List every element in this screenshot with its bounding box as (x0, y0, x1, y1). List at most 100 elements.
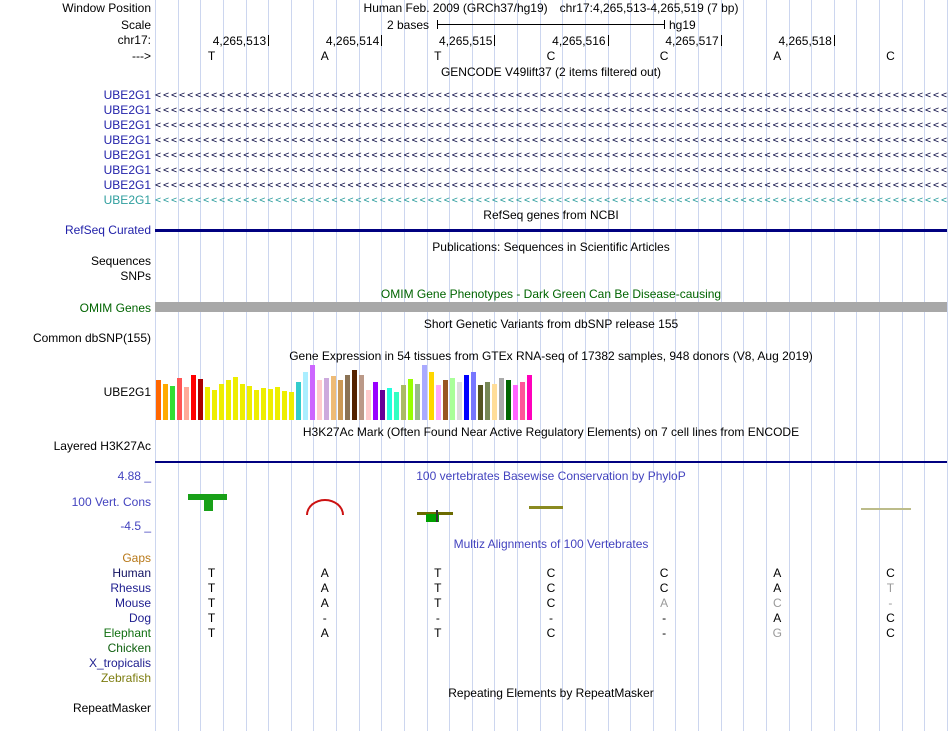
refseq-curated-track[interactable]: RefSeq Curated (0, 223, 950, 239)
species-label[interactable]: Zebrafish (0, 671, 156, 686)
dbsnp-label[interactable]: Common dbSNP(155) (0, 331, 156, 346)
coordinate-ruler[interactable]: 4,265,513 4,265,514 4,265,515 4,265,516 4,26… (155, 33, 947, 49)
gtex-tissue-bar[interactable] (527, 375, 532, 420)
gtex-tissue-bar[interactable] (345, 375, 350, 420)
gtex-tissue-bar[interactable] (282, 391, 287, 420)
gtex-bar-chart[interactable] (155, 363, 947, 421)
transcript-label[interactable]: UBE2G1 (0, 118, 156, 133)
alignment-row-elephant[interactable]: Elephant T A T C - G C (0, 626, 950, 641)
alignment-row-human[interactable]: Human T A T C C A C (0, 566, 950, 581)
gtex-tissue-bar[interactable] (415, 384, 420, 420)
species-label[interactable]: Chicken (0, 641, 156, 656)
species-label[interactable]: Rhesus (0, 581, 156, 596)
alignment-row-dog[interactable]: Dog T - - - - A C (0, 611, 950, 626)
gtex-tissue-bar[interactable] (317, 380, 322, 420)
gtex-tissue-bar[interactable] (191, 375, 196, 420)
gtex-tissue-bar[interactable] (177, 378, 182, 420)
gtex-tissue-bar[interactable] (457, 382, 462, 420)
transcript-label[interactable]: UBE2G1 (0, 133, 156, 148)
gtex-tissue-bar[interactable] (156, 380, 161, 420)
publications-sequences-track[interactable]: Sequences (0, 254, 950, 269)
gtex-tissue-bar[interactable] (408, 379, 413, 420)
gtex-tissue-bar[interactable] (324, 378, 329, 420)
gencode-transcript-row[interactable]: UBE2G1 <<<<<<<<<<<<<<<<<<<<<<<<<<<<<<<<<<… (0, 118, 950, 133)
gtex-tissue-bar[interactable] (366, 390, 371, 420)
sequences-label[interactable]: Sequences (0, 254, 156, 269)
species-label[interactable]: Elephant (0, 626, 156, 641)
h3k27ac-label[interactable]: Layered H3K27Ac (0, 439, 156, 454)
gtex-track[interactable]: UBE2G1 (0, 363, 950, 421)
gtex-tissue-bar[interactable] (331, 376, 336, 420)
phylop-wiggle[interactable] (155, 465, 947, 535)
gtex-tissue-bar[interactable] (401, 385, 406, 420)
h3k27ac-track[interactable]: Layered H3K27Ac (0, 439, 950, 454)
gtex-tissue-bar[interactable] (296, 382, 301, 420)
gtex-tissue-bar[interactable] (443, 380, 448, 420)
gtex-tissue-bar[interactable] (254, 390, 259, 420)
gtex-tissue-bar[interactable] (303, 372, 308, 420)
species-label[interactable]: Mouse (0, 596, 156, 611)
transcript-label[interactable]: UBE2G1 (0, 88, 156, 103)
gtex-tissue-bar[interactable] (492, 384, 497, 420)
gtex-tissue-bar[interactable] (261, 388, 266, 420)
refseq-gene-bar[interactable] (155, 229, 947, 232)
gencode-transcript-row[interactable]: UBE2G1 <<<<<<<<<<<<<<<<<<<<<<<<<<<<<<<<<<… (0, 163, 950, 178)
transcript-label[interactable]: UBE2G1 (0, 193, 156, 208)
gtex-tissue-bar[interactable] (485, 382, 490, 420)
species-label[interactable]: Dog (0, 611, 156, 626)
gtex-tissue-bar[interactable] (422, 365, 427, 420)
gencode-transcript-row[interactable]: UBE2G1 <<<<<<<<<<<<<<<<<<<<<<<<<<<<<<<<<<… (0, 178, 950, 193)
gencode-transcript-row[interactable]: UBE2G1 <<<<<<<<<<<<<<<<<<<<<<<<<<<<<<<<<<… (0, 148, 950, 163)
gtex-tissue-bar[interactable] (394, 392, 399, 420)
gtex-tissue-bar[interactable] (352, 370, 357, 420)
transcript-label[interactable]: UBE2G1 (0, 148, 156, 163)
gtex-gene-label[interactable]: UBE2G1 (0, 363, 156, 421)
publications-snps-track[interactable]: SNPs (0, 269, 950, 284)
gtex-tissue-bar[interactable] (289, 392, 294, 420)
gencode-transcript-row[interactable]: UBE2G1 <<<<<<<<<<<<<<<<<<<<<<<<<<<<<<<<<<… (0, 88, 950, 103)
alignment-row-zebrafish[interactable]: Zebrafish (0, 671, 950, 686)
transcript-label[interactable]: UBE2G1 (0, 178, 156, 193)
gencode-transcript-row[interactable]: UBE2G1 <<<<<<<<<<<<<<<<<<<<<<<<<<<<<<<<<<… (0, 193, 950, 208)
gtex-tissue-bar[interactable] (464, 375, 469, 420)
gtex-tissue-bar[interactable] (338, 380, 343, 420)
species-label[interactable]: Gaps (0, 551, 156, 566)
gtex-tissue-bar[interactable] (506, 380, 511, 420)
alignment-row-x_tropicalis[interactable]: X_tropicalis (0, 656, 950, 671)
gtex-tissue-bar[interactable] (170, 386, 175, 420)
gtex-tissue-bar[interactable] (436, 385, 441, 420)
gtex-tissue-bar[interactable] (450, 378, 455, 420)
gtex-tissue-bar[interactable] (163, 384, 168, 420)
alignment-row-mouse[interactable]: Mouse T A T C A C - (0, 596, 950, 611)
repeatmasker-label[interactable]: RepeatMasker (0, 701, 156, 716)
gtex-tissue-bar[interactable] (478, 385, 483, 420)
gencode-transcript-row[interactable]: UBE2G1 <<<<<<<<<<<<<<<<<<<<<<<<<<<<<<<<<<… (0, 103, 950, 118)
gencode-track[interactable]: UBE2G1 <<<<<<<<<<<<<<<<<<<<<<<<<<<<<<<<<<… (0, 88, 950, 208)
omim-genes-track[interactable]: OMIM Genes (0, 301, 950, 315)
gtex-tissue-bar[interactable] (205, 387, 210, 420)
gtex-tissue-bar[interactable] (233, 377, 238, 420)
gtex-tissue-bar[interactable] (499, 378, 504, 420)
gtex-tissue-bar[interactable] (275, 387, 280, 420)
alignment-row-gaps[interactable]: Gaps (0, 551, 950, 566)
snps-label[interactable]: SNPs (0, 269, 156, 284)
gtex-tissue-bar[interactable] (513, 385, 518, 420)
species-label[interactable]: Human (0, 566, 156, 581)
repeatmasker-track[interactable]: RepeatMasker (0, 701, 950, 716)
gencode-transcript-row[interactable]: UBE2G1 <<<<<<<<<<<<<<<<<<<<<<<<<<<<<<<<<<… (0, 133, 950, 148)
omim-dense-bar[interactable] (155, 302, 947, 312)
gtex-tissue-bar[interactable] (212, 390, 217, 420)
alignment-row-rhesus[interactable]: Rhesus T A T C C A T (0, 581, 950, 596)
gtex-tissue-bar[interactable] (219, 384, 224, 420)
gtex-tissue-bar[interactable] (184, 387, 189, 420)
gtex-tissue-bar[interactable] (240, 384, 245, 420)
gtex-tissue-bar[interactable] (310, 365, 315, 420)
phylop-track-label[interactable]: 100 Vert. Cons (0, 495, 156, 509)
transcript-label[interactable]: UBE2G1 (0, 103, 156, 118)
refseq-curated-label[interactable]: RefSeq Curated (0, 223, 156, 239)
gtex-tissue-bar[interactable] (198, 379, 203, 420)
gtex-tissue-bar[interactable] (226, 380, 231, 420)
gtex-tissue-bar[interactable] (429, 372, 434, 420)
coordinates-row[interactable]: chr17: 4,265,513 4,265,514 4,265,515 4,265,… (0, 33, 950, 49)
gtex-tissue-bar[interactable] (471, 372, 476, 420)
